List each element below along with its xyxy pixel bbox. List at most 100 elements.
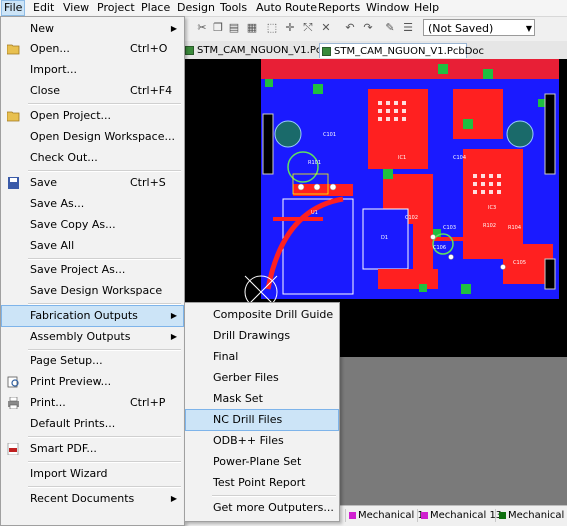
- menu-item-save[interactable]: Save Ctrl+S: [2, 173, 183, 193]
- menu-item-close[interactable]: Close Ctrl+F4: [2, 81, 183, 101]
- menu-project[interactable]: Project: [95, 1, 137, 15]
- svg-text:R104: R104: [508, 225, 521, 231]
- menu-item-check-out[interactable]: Check Out...: [2, 148, 183, 168]
- menu-view[interactable]: View: [61, 1, 91, 15]
- menu-design[interactable]: Design: [175, 1, 217, 15]
- svg-text:C105: C105: [513, 260, 526, 266]
- deselect-icon[interactable]: ⤲: [301, 21, 315, 35]
- menu-item-drill-drawings[interactable]: Drill Drawings: [186, 326, 338, 346]
- svg-text:R102: R102: [483, 223, 496, 229]
- menu-item-mask-set[interactable]: Mask Set: [186, 389, 338, 409]
- svg-text:IC3: IC3: [488, 205, 496, 211]
- menu-file[interactable]: File: [0, 0, 26, 16]
- fabrication-outputs-submenu: Composite Drill Guide Drill Drawings Fin…: [184, 302, 340, 522]
- menu-item-save-copy-as[interactable]: Save Copy As...: [2, 215, 183, 235]
- menu-edit[interactable]: Edit: [31, 1, 56, 15]
- menu-item-smart-pdf[interactable]: Smart PDF...: [2, 439, 183, 459]
- menu-item-gerber-files[interactable]: Gerber Files: [186, 368, 338, 388]
- menu-place[interactable]: Place: [139, 1, 172, 15]
- menu-item-final[interactable]: Final: [186, 347, 338, 367]
- open-folder-icon: [7, 44, 20, 55]
- submenu-arrow-icon: ▶: [170, 311, 177, 320]
- copy-icon[interactable]: ❐: [211, 21, 225, 35]
- file-menu: New ▶ Open... Ctrl+O Import... Close Ctr…: [0, 16, 185, 526]
- svg-text:C106: C106: [433, 245, 446, 251]
- menu-separator: [28, 103, 181, 105]
- menu-reports[interactable]: Reports: [316, 1, 362, 15]
- submenu-arrow-icon: ▶: [170, 494, 177, 503]
- menu-item-odb-files[interactable]: ODB++ Files: [186, 431, 338, 451]
- menu-item-page-setup[interactable]: Page Setup...: [2, 351, 183, 371]
- variant-value: (Not Saved): [428, 22, 494, 35]
- menu-item-fabrication-outputs[interactable]: Fabrication Outputs ▶: [1, 305, 184, 327]
- pdf-icon: [7, 443, 19, 455]
- svg-text:U1: U1: [311, 210, 318, 216]
- menu-item-import[interactable]: Import...: [2, 60, 183, 80]
- menu-tools[interactable]: Tools: [218, 1, 249, 15]
- svg-text:C101: C101: [323, 132, 336, 138]
- chevron-down-icon: ▼: [525, 24, 532, 33]
- print-preview-icon: [7, 376, 19, 388]
- cross-probe-icon[interactable]: ✕: [319, 21, 333, 35]
- menu-auto-route[interactable]: Auto Route: [254, 1, 319, 15]
- redo-icon[interactable]: ↷: [361, 21, 375, 35]
- save-disk-icon: [8, 177, 19, 189]
- svg-text:IC1: IC1: [398, 155, 406, 161]
- layer-color-swatch: [421, 512, 428, 519]
- menu-separator: [28, 486, 181, 488]
- menu-item-open[interactable]: Open... Ctrl+O: [2, 39, 183, 59]
- menu-item-new[interactable]: New ▶: [2, 19, 183, 39]
- menu-item-test-point-report[interactable]: Test Point Report: [186, 473, 338, 493]
- menu-separator: [28, 170, 181, 172]
- svg-text:C103: C103: [443, 225, 456, 231]
- menu-item-recent-documents[interactable]: Recent Documents ▶: [2, 489, 183, 509]
- layer-tab-mechanical-13[interactable]: Mechanical 13: [417, 509, 502, 522]
- menu-help[interactable]: Help: [412, 1, 441, 15]
- menu-item-import-wizard[interactable]: Import Wizard: [2, 464, 183, 484]
- layer-color-swatch: [349, 512, 356, 519]
- menu-item-composite-drill-guide[interactable]: Composite Drill Guide: [186, 305, 338, 325]
- menu-separator: [28, 461, 181, 463]
- menu-item-get-more-outputers[interactable]: Get more Outputers...: [186, 498, 338, 518]
- tab-pcbdoc[interactable]: STM_CAM_NGUON_V1.PcbDoc: [183, 43, 347, 58]
- select-area-icon[interactable]: ⬚: [265, 21, 279, 35]
- move-icon[interactable]: ✛: [283, 21, 297, 35]
- tab-pcbdoc-active[interactable]: STM_CAM_NGUON_V1.PcbDoc *: [319, 43, 484, 72]
- document-tabs: STM_CAM_NGUON_V1.PcbDoc STM_CAM_NGUON_V1…: [183, 41, 567, 72]
- open-project-icon: [7, 111, 20, 122]
- menu-item-print-preview[interactable]: Print Preview...: [2, 372, 183, 392]
- menu-item-save-all[interactable]: Save All: [2, 236, 183, 256]
- pencil-icon[interactable]: ✎: [383, 21, 397, 35]
- menu-item-print[interactable]: Print... Ctrl+P: [2, 393, 183, 413]
- layer-tab-mechanical-1[interactable]: Mechanical 1: [345, 509, 424, 522]
- list-icon[interactable]: ☰: [401, 21, 415, 35]
- menu-item-nc-drill-files[interactable]: NC Drill Files: [185, 409, 339, 431]
- svg-text:C104: C104: [453, 155, 466, 161]
- menu-separator: [28, 436, 181, 438]
- menu-item-save-project-as[interactable]: Save Project As...: [2, 260, 183, 280]
- menu-item-assembly-outputs[interactable]: Assembly Outputs ▶: [2, 327, 183, 347]
- menu-item-save-design-workspace-as[interactable]: Save Design Workspace As...: [2, 281, 183, 317]
- svg-text:R101: R101: [308, 160, 321, 166]
- menu-item-power-plane-set[interactable]: Power-Plane Set: [186, 452, 338, 472]
- printer-icon: [8, 397, 19, 409]
- layer-tab-mechanical-15[interactable]: Mechanical 15: [495, 509, 567, 522]
- menu-item-default-prints[interactable]: Default Prints...: [2, 414, 183, 434]
- menu-separator: [28, 303, 181, 305]
- cut-icon[interactable]: ✂: [195, 21, 209, 35]
- undo-icon[interactable]: ↶: [343, 21, 357, 35]
- menu-separator: [212, 495, 336, 497]
- paste-icon[interactable]: ▤: [227, 21, 241, 35]
- submenu-arrow-icon: ▶: [170, 332, 177, 341]
- menu-item-open-design-workspace[interactable]: Open Design Workspace...: [2, 127, 183, 147]
- pcb-document-icon: [322, 47, 331, 56]
- rubber-stamp-icon[interactable]: ▦: [245, 21, 259, 35]
- variant-dropdown[interactable]: (Not Saved) ▼: [423, 19, 535, 36]
- menu-item-save-as[interactable]: Save As...: [2, 194, 183, 214]
- submenu-arrow-icon: ▶: [170, 24, 177, 33]
- svg-text:D1: D1: [381, 235, 388, 241]
- svg-text:C102: C102: [405, 215, 418, 221]
- menu-item-open-project[interactable]: Open Project...: [2, 106, 183, 126]
- pcb-document-icon: [185, 46, 194, 55]
- menu-window[interactable]: Window: [364, 1, 411, 15]
